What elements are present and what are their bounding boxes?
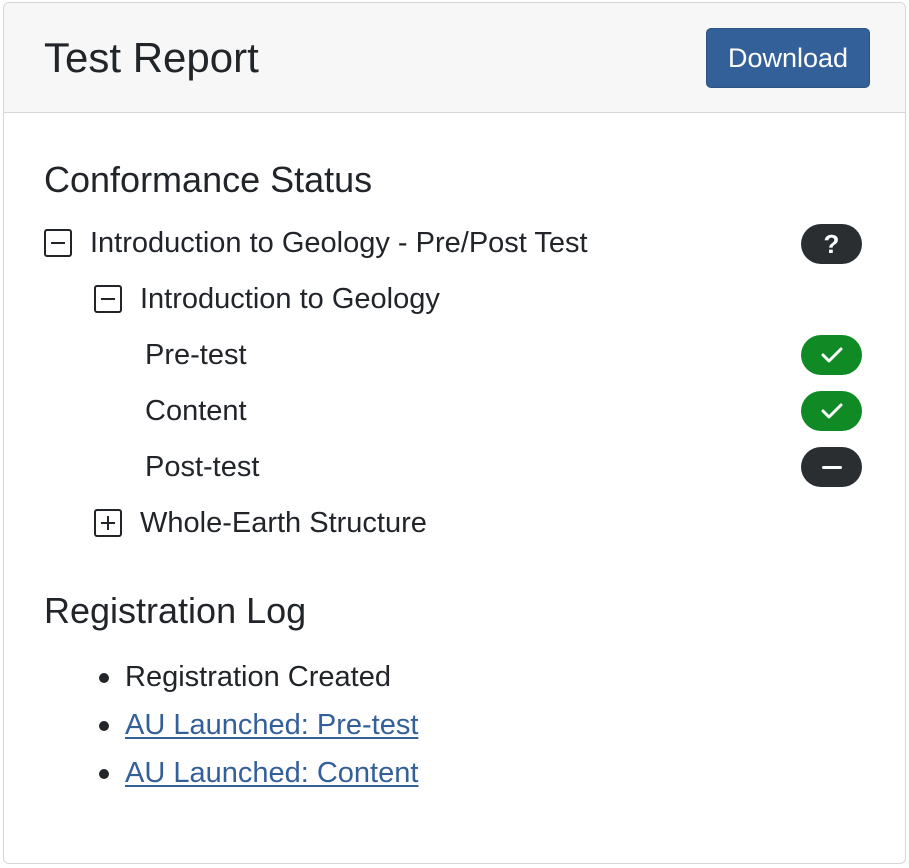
- bullet-icon: [99, 721, 109, 731]
- status-badge-au: [801, 335, 862, 375]
- download-button[interactable]: Download: [706, 28, 870, 88]
- check-icon: [821, 403, 842, 419]
- tree-row-course: Introduction to Geology - Pre/Post Test: [44, 223, 588, 263]
- tree-row-au: Content: [145, 391, 247, 431]
- check-icon: [821, 347, 842, 363]
- tree-row-block-collapsed: Whole-Earth Structure: [94, 503, 427, 543]
- au-label: Post-test: [145, 451, 260, 483]
- au-label: Content: [145, 395, 247, 427]
- tree-row-block: Introduction to Geology: [94, 279, 440, 319]
- expand-toggle-icon[interactable]: [94, 509, 122, 537]
- log-link[interactable]: AU Launched: Pre-test: [125, 703, 418, 747]
- block-label: Whole-Earth Structure: [140, 507, 427, 539]
- tree-row-au: Pre-test: [145, 335, 247, 375]
- collapse-toggle-icon[interactable]: [94, 285, 122, 313]
- log-text: Registration Created: [125, 661, 391, 693]
- status-badge-au: [801, 447, 862, 487]
- minus-icon: [821, 465, 842, 469]
- block-label: Introduction to Geology: [140, 283, 440, 315]
- card-header: Test Report Download: [4, 3, 905, 113]
- question-mark-icon: ?: [823, 229, 840, 259]
- log-link[interactable]: AU Launched: Content: [125, 751, 418, 795]
- bullet-icon: [99, 673, 109, 683]
- page-title: Test Report: [44, 34, 259, 81]
- tree-row-au: Post-test: [145, 447, 259, 487]
- au-label: Pre-test: [145, 339, 247, 371]
- status-badge-au: [801, 391, 862, 431]
- bullet-icon: [99, 769, 109, 779]
- conformance-status-heading: Conformance Status: [44, 159, 373, 200]
- collapse-toggle-icon[interactable]: [44, 229, 72, 257]
- registration-log-heading: Registration Log: [44, 590, 307, 631]
- test-report-card: Test Report Download Conformance Status …: [3, 2, 906, 864]
- status-badge-course: ?: [801, 224, 862, 264]
- course-label: Introduction to Geology - Pre/Post Test: [90, 227, 588, 259]
